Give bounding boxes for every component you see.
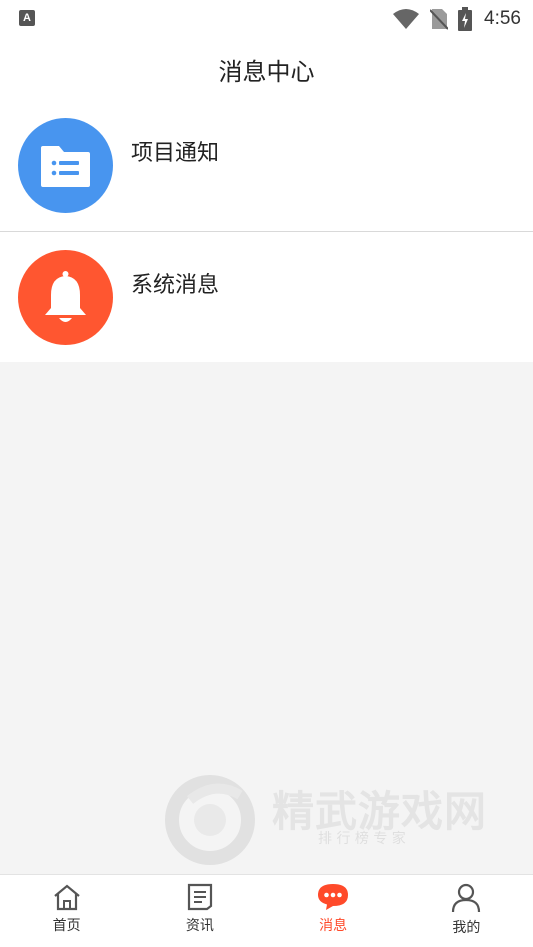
home-icon [53, 884, 80, 911]
tab-news[interactable]: 资讯 [133, 875, 266, 947]
project-notice-avatar [18, 118, 113, 213]
clock: 4:56 [484, 8, 521, 29]
watermark-slogan: 排 行 榜 专 家 [318, 831, 406, 847]
status-bar: A 4:56 [0, 0, 533, 38]
battery-charging-icon [458, 7, 473, 31]
no-sim-icon [430, 9, 449, 30]
tab-home-label: 首页 [52, 918, 81, 934]
tab-news-label: 资讯 [185, 918, 214, 934]
user-icon [452, 883, 481, 913]
tab-home[interactable]: 首页 [0, 875, 133, 947]
folder-list-icon [41, 146, 90, 187]
chat-bubble-icon [318, 884, 349, 910]
list-item-project-notice[interactable]: 项目通知 [0, 100, 533, 231]
news-icon [187, 883, 212, 911]
tab-messages-label: 消息 [319, 918, 348, 934]
tab-profile[interactable]: 我的 [400, 875, 533, 947]
list-item-system-message[interactable]: 系统消息 [0, 232, 533, 363]
status-icons: 4:56 [392, 6, 521, 32]
bottom-tab-bar: 首页 资讯 消息 我的 [0, 874, 533, 947]
page-title: 消息中心 [218, 58, 315, 86]
system-message-avatar [18, 250, 113, 345]
tab-profile-label: 我的 [452, 920, 481, 936]
watermark: 精武游戏网 排 行 榜 专 家 [160, 760, 505, 870]
notification-icon: A [19, 10, 35, 26]
tab-messages[interactable]: 消息 [267, 875, 400, 947]
system-message-label: 系统消息 [131, 273, 220, 298]
header: 消息中心 [0, 38, 533, 100]
project-notice-label: 项目通知 [131, 141, 220, 166]
message-list: 项目通知 系统消息 [0, 100, 533, 362]
bell-icon [45, 271, 86, 322]
watermark-logo-icon [165, 775, 255, 865]
wifi-icon [393, 9, 420, 29]
